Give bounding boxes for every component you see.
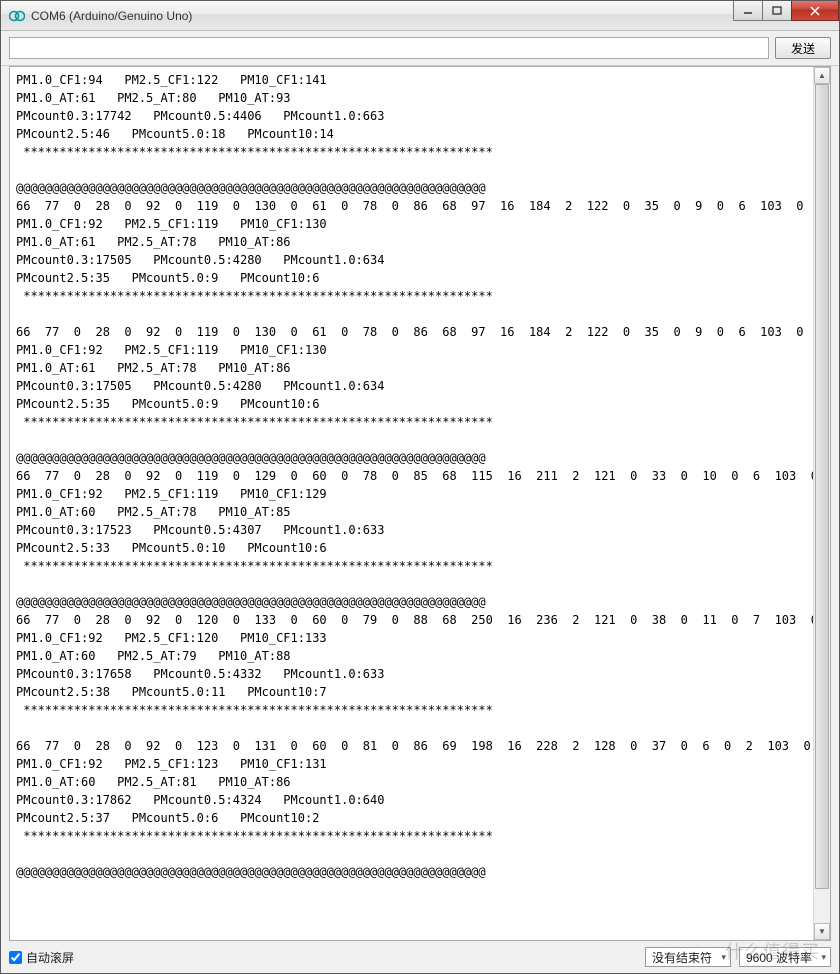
baud-rate-value: 9600 波特率 (746, 949, 812, 966)
scroll-thumb[interactable] (815, 84, 829, 889)
baud-rate-select[interactable]: 9600 波特率 (739, 947, 831, 967)
autoscroll-checkbox-wrap[interactable]: 自动滚屏 (9, 949, 74, 966)
maximize-button[interactable] (762, 1, 792, 21)
line-ending-select[interactable]: 没有结束符 (645, 947, 731, 967)
send-button[interactable]: 发送 (775, 37, 831, 59)
scroll-up-button[interactable]: ▲ (814, 67, 830, 84)
serial-output[interactable]: PM1.0_CF1:94 PM2.5_CF1:122 PM10_CF1:141 … (10, 67, 813, 940)
send-toolbar: 发送 (1, 31, 839, 66)
status-bar: 自动滚屏 没有结束符 9600 波特率 (1, 941, 839, 973)
vertical-scrollbar[interactable]: ▲ ▼ (813, 67, 830, 940)
app-icon (9, 8, 25, 24)
line-ending-value: 没有结束符 (652, 949, 712, 966)
window-title: COM6 (Arduino/Genuino Uno) (31, 9, 734, 23)
window-buttons (734, 1, 839, 21)
serial-input[interactable] (9, 37, 769, 59)
scroll-track[interactable] (814, 84, 830, 923)
scroll-down-button[interactable]: ▼ (814, 923, 830, 940)
autoscroll-label: 自动滚屏 (26, 949, 74, 966)
close-button[interactable] (791, 1, 839, 21)
serial-monitor-window: COM6 (Arduino/Genuino Uno) 发送 PM1.0_CF1:… (0, 0, 840, 974)
console-area: PM1.0_CF1:94 PM2.5_CF1:122 PM10_CF1:141 … (9, 66, 831, 941)
minimize-button[interactable] (733, 1, 763, 21)
titlebar[interactable]: COM6 (Arduino/Genuino Uno) (1, 1, 839, 31)
autoscroll-checkbox[interactable] (9, 951, 22, 964)
